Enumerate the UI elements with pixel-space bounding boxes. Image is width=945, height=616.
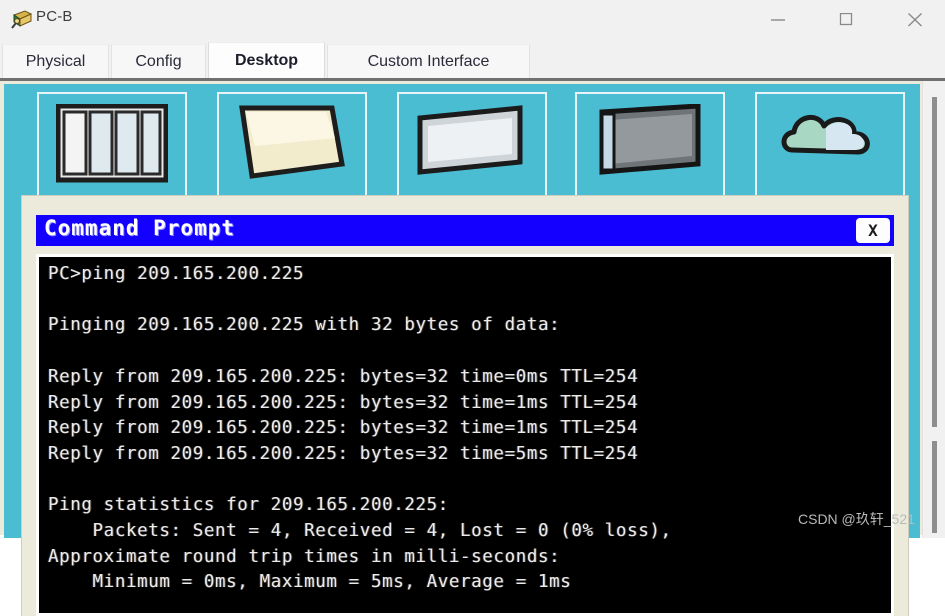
vertical-scrollbar[interactable] xyxy=(922,81,945,538)
desktop-icon-command-prompt[interactable] xyxy=(575,92,725,212)
maximize-icon xyxy=(839,13,853,26)
desktop-icon-dial-up[interactable] xyxy=(217,92,367,212)
cloud-globe-icon xyxy=(774,104,886,189)
tab-bar: Physical Config Desktop Custom Interface xyxy=(0,40,945,78)
close-button[interactable] xyxy=(885,0,945,40)
pc-b-device-window: PC-B Physical Config Desktop Custom Inte… xyxy=(0,0,945,616)
terminal-output-area[interactable]: PC>ping 209.165.200.225 Pinging 209.165.… xyxy=(36,254,894,616)
desktop-icon-ip-configuration[interactable] xyxy=(37,92,187,212)
command-prompt-titlebar: Command Prompt X xyxy=(36,215,894,246)
pc-device-icon xyxy=(8,6,34,32)
minimize-icon xyxy=(771,19,785,21)
watermark-text: CSDN @玖轩_521 xyxy=(798,511,915,527)
document-page-icon xyxy=(236,104,348,189)
flat-screen-icon xyxy=(416,104,528,189)
minimize-button[interactable] xyxy=(748,0,808,40)
window-titlebar: PC-B xyxy=(0,0,945,40)
close-icon xyxy=(908,13,922,27)
window-title: PC-B xyxy=(36,8,73,25)
window-panes-icon xyxy=(55,103,169,189)
tab-physical[interactable]: Physical xyxy=(2,44,109,78)
command-prompt-window: Command Prompt X PC>ping 209.165.200.225… xyxy=(22,196,908,616)
maximize-button[interactable] xyxy=(816,0,876,40)
command-prompt-title: Command Prompt xyxy=(44,216,236,240)
terminal-output-text: PC>ping 209.165.200.225 Pinging 209.165.… xyxy=(48,264,672,593)
desktop-tab-panel: Command Prompt X PC>ping 209.165.200.225… xyxy=(0,78,945,616)
tab-desktop[interactable]: Desktop xyxy=(208,42,325,78)
command-prompt-close-button[interactable]: X xyxy=(856,218,890,243)
monitor-icon xyxy=(594,103,706,189)
tab-config[interactable]: Config xyxy=(111,44,206,78)
desktop-icon-terminal[interactable] xyxy=(397,92,547,212)
desktop-icon-web-browser[interactable] xyxy=(755,92,905,212)
scrollbar-thumb-upper[interactable] xyxy=(932,97,937,427)
scrollbar-thumb-lower[interactable] xyxy=(932,441,937,533)
tab-custom-interface[interactable]: Custom Interface xyxy=(327,44,530,78)
